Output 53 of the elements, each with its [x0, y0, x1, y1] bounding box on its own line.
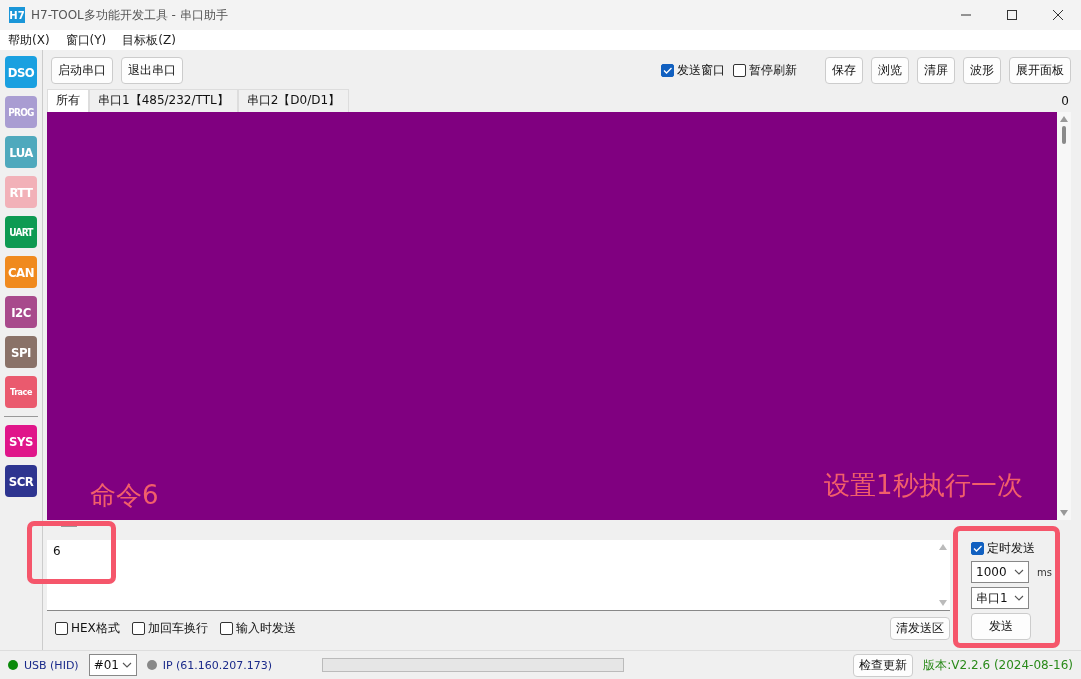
send-button[interactable]: 发送 — [971, 613, 1031, 640]
checkbox[interactable]: 输入时发送 — [219, 620, 296, 637]
tab[interactable]: 串口2【D0/D1】 — [237, 89, 350, 112]
sidebar-tool-button[interactable]: SPI — [5, 336, 37, 368]
checkbox[interactable]: HEX格式 — [55, 620, 120, 637]
unit-label: ms — [1037, 566, 1052, 578]
scrollbar[interactable] — [1057, 112, 1071, 520]
toolbar-button[interactable]: 波形 — [963, 56, 1001, 84]
clear-send-button[interactable]: 清发送区 — [890, 617, 950, 640]
sidebar-tool-button[interactable]: SCR — [5, 465, 37, 497]
version-text: 版本:V2.2.6 (2024-08-16) — [923, 656, 1073, 674]
toolbar-button[interactable]: 清屏 — [917, 56, 955, 84]
scroll-down-icon — [1060, 510, 1068, 516]
maximize-icon — [1007, 10, 1017, 20]
checkmark-icon — [663, 66, 672, 74]
usb-status: USB (HID) — [24, 658, 79, 672]
menu-item[interactable]: 帮助(X) — [4, 31, 54, 49]
sidebar-tool-button[interactable]: I2C — [5, 296, 37, 328]
annotation-text: 命令6 — [90, 479, 159, 512]
chevron-down-icon — [121, 662, 132, 668]
toolbar-button[interactable]: 退出串口 — [121, 56, 183, 84]
close-icon — [1053, 10, 1063, 20]
scroll-up-icon — [1060, 116, 1068, 122]
menu-item[interactable]: 目标板(Z) — [118, 31, 180, 49]
scroll-down-icon — [939, 600, 947, 606]
device-dropdown[interactable]: #01 — [88, 654, 137, 676]
checkbox[interactable]: 发送窗口 — [661, 61, 725, 79]
checkmark-icon — [973, 545, 982, 552]
receive-count: 0 — [1060, 94, 1070, 110]
checkbox[interactable]: 暂停刷新 — [733, 61, 797, 79]
scroll-up-icon — [939, 544, 947, 550]
annotation-text: 设置1秒执行一次 — [824, 469, 1023, 502]
menu-item[interactable]: 窗口(Y) — [61, 31, 111, 49]
toolbar-button[interactable]: 展开面板 — [1009, 56, 1071, 84]
toolbar-button[interactable]: 浏览 — [871, 56, 909, 84]
toolbar-button[interactable]: 启动串口 — [51, 56, 113, 84]
send-text-field[interactable]: 6 — [47, 540, 950, 611]
window-title: H7-TOOL多功能开发工具 - 串口助手 — [31, 6, 228, 24]
checkbox[interactable]: 定时发送 — [971, 540, 1035, 557]
tab[interactable]: 所有 — [47, 89, 89, 112]
sidebar-tool-button[interactable]: UART — [5, 216, 37, 248]
tab[interactable]: 串口1【485/232/TTL】 — [89, 89, 238, 112]
chevron-down-icon — [1014, 569, 1024, 575]
chevron-down-icon — [1014, 595, 1024, 601]
checkbox[interactable]: 加回车换行 — [131, 620, 208, 637]
check-update-button[interactable]: 检查更新 — [853, 653, 914, 677]
toolbar-button[interactable]: 保存 — [825, 56, 863, 84]
scroll-thumb[interactable] — [1062, 126, 1066, 144]
port-dropdown[interactable]: 串口1 — [971, 587, 1029, 609]
sidebar-tool-button[interactable]: SYS — [5, 425, 37, 457]
ip-status: IP (61.160.207.173) — [162, 658, 273, 672]
app-logo: H7 — [9, 7, 25, 23]
interval-dropdown[interactable]: 1000 — [971, 561, 1029, 583]
